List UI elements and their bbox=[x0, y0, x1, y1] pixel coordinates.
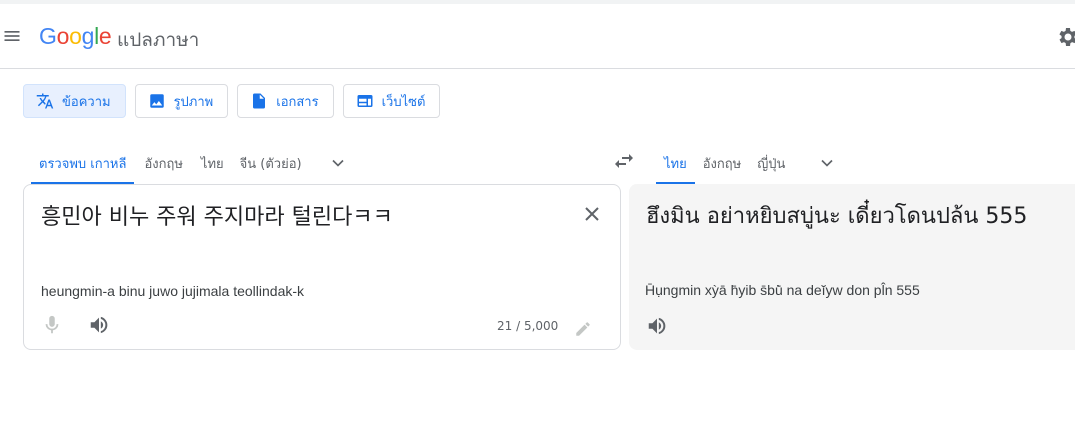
source-transliteration: heungmin-a binu juwo jujimala teollindak… bbox=[41, 283, 305, 299]
mode-tabs: ข้อความ รูปภาพ เอกสาร เว็บไซต์ bbox=[23, 84, 441, 118]
source-text-panel: 흥민아 비누 주워 주지마라 털린다ㅋㅋ heungmin-a binu juw… bbox=[23, 184, 621, 350]
target-lang-english[interactable]: อังกฤษ bbox=[695, 142, 749, 184]
logo-letter: o bbox=[69, 23, 82, 49]
microphone-icon[interactable] bbox=[41, 314, 63, 336]
image-icon bbox=[149, 94, 164, 108]
pencil-icon[interactable] bbox=[574, 320, 592, 338]
app-header: Google แปลภาษา bbox=[0, 4, 1075, 69]
source-lang-detect[interactable]: ตรวจพบ เกาหลี bbox=[31, 142, 135, 184]
mode-website-button[interactable]: เว็บไซต์ bbox=[342, 84, 441, 118]
mode-document-label: เอกสาร bbox=[276, 94, 319, 110]
target-lang-thai[interactable]: ไทย bbox=[656, 142, 695, 184]
source-textarea[interactable]: 흥민아 비누 주워 주지마라 털린다ㅋㅋ bbox=[41, 199, 393, 231]
source-lang-chinese[interactable]: จีน (ตัวย่อ) bbox=[232, 142, 310, 184]
character-count: 21 / 5,000 bbox=[497, 319, 559, 333]
mode-document-button[interactable]: เอกสาร bbox=[237, 84, 334, 118]
mode-image-label: รูปภาพ bbox=[173, 94, 214, 110]
translate-icon bbox=[36, 93, 54, 109]
website-icon bbox=[357, 95, 373, 107]
mode-text-label: ข้อความ bbox=[62, 94, 111, 110]
document-icon bbox=[253, 93, 266, 109]
target-text-panel: ฮึงมิน อย่าหยิบสบู่นะ เดี๋ยวโดนปล้น 555 … bbox=[629, 184, 1075, 350]
close-icon[interactable] bbox=[580, 202, 604, 226]
target-lang-japanese[interactable]: ญี่ปุ่น bbox=[749, 142, 793, 184]
target-transliteration: H̄ụngmin xỳā h̄yib s̄bū̀ na deĭyw don pl… bbox=[645, 282, 920, 298]
logo-letter: g bbox=[81, 23, 95, 49]
mode-image-button[interactable]: รูปภาพ bbox=[134, 84, 229, 118]
source-lang-english[interactable]: อังกฤษ bbox=[136, 142, 190, 184]
swap-languages-icon[interactable] bbox=[612, 149, 636, 173]
translation-output: ฮึงมิน อย่าหยิบสบู่นะ เดี๋ยวโดนปล้น 555 bbox=[646, 204, 1028, 229]
google-logo[interactable]: Google bbox=[39, 23, 112, 50]
source-lang-thai[interactable]: ไทย bbox=[193, 142, 232, 184]
target-lang-bar: ไทย อังกฤษ ญี่ปุ่น bbox=[656, 142, 837, 184]
speaker-icon[interactable] bbox=[88, 314, 110, 336]
logo-letter: e bbox=[98, 23, 112, 49]
gear-icon[interactable] bbox=[1056, 25, 1075, 49]
mode-website-label: เว็บไซต์ bbox=[381, 94, 426, 110]
menu-icon[interactable] bbox=[2, 26, 22, 46]
mode-text-button[interactable]: ข้อความ bbox=[23, 84, 126, 118]
chevron-down-icon[interactable] bbox=[817, 153, 837, 173]
logo-letter: G bbox=[39, 23, 57, 49]
speaker-icon[interactable] bbox=[646, 315, 668, 337]
product-name: แปลภาษา bbox=[117, 29, 200, 51]
logo-letter: o bbox=[56, 23, 70, 49]
source-lang-bar: ตรวจพบ เกาหลี อังกฤษ ไทย จีน (ตัวย่อ) bbox=[31, 142, 348, 184]
chevron-down-icon[interactable] bbox=[328, 153, 348, 173]
